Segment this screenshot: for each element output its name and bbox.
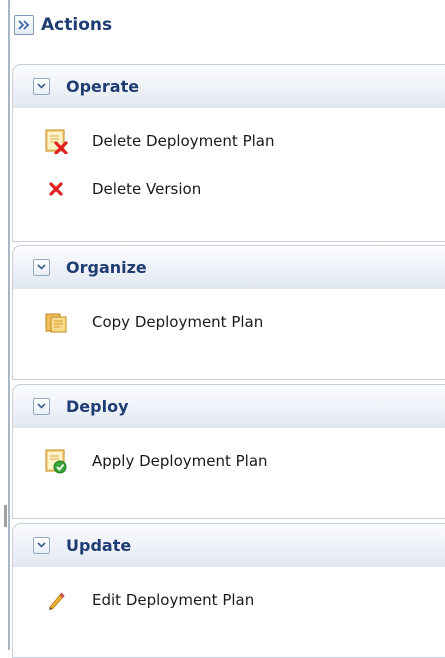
panel-title-update: Update (66, 535, 132, 555)
actions-title: Actions (41, 15, 113, 35)
panel-header-organize[interactable]: Organize (13, 246, 445, 289)
panel-header-deploy[interactable]: Deploy (13, 385, 445, 428)
copy-document-icon (43, 309, 69, 335)
pencil-icon (43, 587, 69, 613)
left-border (8, 0, 10, 650)
splitter-handle[interactable] (4, 505, 7, 527)
panel-operate: Operate Delete Deployment Plan Delete Ve… (12, 64, 445, 242)
panel-header-update[interactable]: Update (13, 524, 445, 567)
action-copy-deployment-plan[interactable]: Copy Deployment Plan (13, 298, 445, 346)
panel-organize: Organize Copy Deployment Plan (12, 245, 445, 380)
action-apply-deployment-plan[interactable]: Apply Deployment Plan (13, 437, 445, 485)
red-x-icon (43, 176, 69, 202)
action-delete-version[interactable]: Delete Version (13, 165, 445, 213)
action-label: Delete Deployment Plan (92, 132, 275, 150)
action-label: Edit Deployment Plan (92, 591, 255, 609)
action-label: Delete Version (92, 180, 202, 198)
panel-header-operate[interactable]: Operate (13, 65, 445, 108)
double-chevron-right-icon (18, 20, 30, 30)
actions-header: Actions (14, 10, 112, 40)
panel-title-operate: Operate (66, 76, 140, 96)
panel-title-organize: Organize (66, 257, 147, 277)
chevron-down-icon (37, 264, 46, 270)
action-edit-deployment-plan[interactable]: Edit Deployment Plan (13, 576, 445, 624)
chevron-down-icon (37, 542, 46, 548)
action-label: Copy Deployment Plan (92, 313, 264, 331)
apply-document-icon (43, 448, 69, 474)
collapse-toggle-deploy[interactable] (33, 397, 50, 415)
panel-title-deploy: Deploy (66, 396, 129, 416)
chevron-down-icon (37, 83, 46, 89)
delete-document-icon (43, 128, 69, 154)
expand-button[interactable] (14, 15, 34, 35)
collapse-toggle-operate[interactable] (33, 77, 50, 95)
chevron-down-icon (37, 403, 46, 409)
collapse-toggle-organize[interactable] (33, 258, 50, 276)
panel-deploy: Deploy Apply Deployment Plan (12, 384, 445, 519)
collapse-toggle-update[interactable] (33, 536, 50, 554)
action-label: Apply Deployment Plan (92, 452, 268, 470)
panel-update: Update Edit Deployment Plan (12, 523, 445, 658)
action-delete-deployment-plan[interactable]: Delete Deployment Plan (13, 117, 445, 165)
